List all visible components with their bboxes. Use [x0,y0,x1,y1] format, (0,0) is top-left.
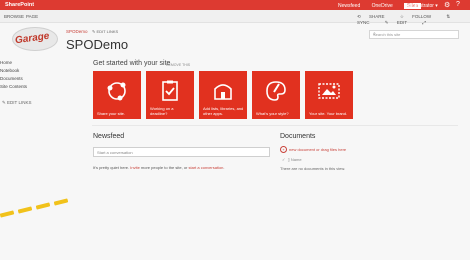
new-document-button[interactable]: + new document or drag files here [280,146,346,153]
clipboard-check-icon [162,80,178,101]
suite-bar: SharePoint Newsfeed OneDrive Sites admin… [0,0,470,10]
follow-label: FOLLOW [412,13,432,19]
share-icon [107,82,126,101]
plus-icon: + [280,146,287,153]
nav-item-notebook[interactable]: Notebook [0,68,19,73]
search-icon[interactable]: ⌕ [373,31,456,37]
tile-your-style[interactable]: What's your style? [252,71,300,119]
nav-item-site-contents[interactable]: Site Contents [0,84,27,89]
nav-item-home[interactable]: Home [0,60,12,65]
name-column-header[interactable]: Name [291,157,302,162]
tab-page[interactable]: PAGE [26,14,38,19]
share-icon: ⟲ [357,13,361,19]
site-title[interactable]: SPODemo [66,37,128,52]
app-brand[interactable]: SharePoint [5,2,34,8]
newsfeed-title: Newsfeed [93,133,125,140]
new-document-label: new document or drag files here [289,147,347,152]
edit-links-top[interactable]: ✎ EDIT LINKS [92,29,118,34]
decorative-dash [53,198,69,206]
tab-browse[interactable]: BROWSE [4,14,24,19]
invite-link[interactable]: Invite [130,165,140,170]
tile-label: Share your site. [97,111,126,116]
brand-image-icon [318,83,340,99]
decorative-dash [35,202,51,210]
user-menu[interactable]: administrator ▾ [405,3,438,9]
apps-icon [214,84,232,100]
newsfeed-note-end: . [223,165,225,170]
search-input[interactable]: Search this site ⌕ [369,30,459,39]
file-icon: ▯ [287,157,290,162]
edit-links-button[interactable]: ✎ EDIT LINKS [2,100,31,106]
site-header: Garage SPODemo ✎ EDIT LINKS SPODemo Sear… [0,22,470,57]
decorative-dash [17,206,33,214]
documents-title[interactable]: Documents [280,133,315,140]
tile-your-brand[interactable]: Your site. Your brand. [305,71,353,119]
newsfeed-note-mid: more people to the site, or [139,165,189,170]
tile-add-apps[interactable]: Add lists, libraries, and other apps. [199,71,247,119]
conversation-input[interactable]: Start a conversation [93,147,270,157]
star-icon: ☆ [399,13,404,19]
checkmark-icon[interactable]: ✓ [282,157,285,162]
follow-button[interactable]: ☆ FOLLOW [400,14,438,19]
documents-header: ✓ ▯ Name [282,157,302,162]
share-button[interactable]: ⟲ SHARE [357,14,392,19]
remove-this-link[interactable]: REMOVE THIS [166,63,190,67]
conversation-placeholder: Start a conversation [97,150,133,155]
tile-label: Your site. Your brand. [309,111,348,116]
site-logo[interactable]: Garage [12,27,58,51]
logo-text: Garage [14,30,51,47]
onedrive-link[interactable]: OneDrive [372,3,393,9]
tile-label: Add lists, libraries, and other apps. [203,106,244,116]
get-started-heading: Get started with your site [93,60,171,67]
decorative-dash [0,210,15,218]
sync-icon: ⇅ [446,13,451,19]
site-breadcrumb[interactable]: SPODemo [66,29,88,34]
documents-empty-message: There are no documents in this view. [280,166,346,171]
section-divider [92,125,458,126]
tile-label: What's your style? [256,111,289,116]
gear-icon[interactable]: ⚙ [444,1,450,9]
newsfeed-note-text: It's pretty quiet here. [93,165,131,170]
tile-working-deadline[interactable]: Working on a deadline? [146,71,194,119]
newsfeed-link[interactable]: Newsfeed [338,3,360,9]
help-icon[interactable]: ? [456,1,460,8]
start-conversation-link[interactable]: start a conversation [189,165,224,170]
nav-item-documents[interactable]: Documents [0,76,23,81]
edit-links-top-label: EDIT LINKS [96,29,119,34]
share-label: SHARE [369,13,385,19]
edit-links-label: EDIT LINKS [7,100,32,105]
tile-label: Working on a deadline? [150,106,174,116]
palette-icon [266,81,286,101]
newsfeed-note: It's pretty quiet here. Invite more peop… [93,165,225,170]
tile-share-site[interactable]: Share your site. [93,71,141,119]
